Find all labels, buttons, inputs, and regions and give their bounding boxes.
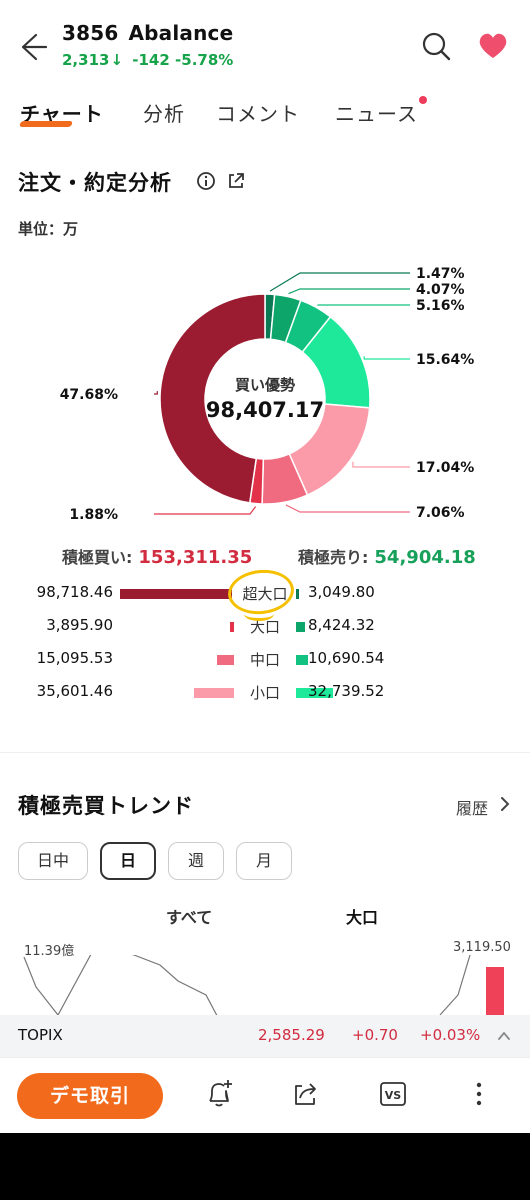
donut-leader-line [269, 272, 410, 292]
buy-value: 15,095.53 [36, 649, 113, 667]
stock-code: 3856 [62, 21, 119, 45]
buy-total: 積極買い: 153,311.35 [62, 544, 252, 568]
donut-slice-label: 17.04% [416, 460, 474, 476]
order-donut-chart: 1.47%4.07%5.16% 15.64% 17.04% 7.06% 1.88% 47.… [60, 266, 475, 523]
trend-line-right [439, 955, 471, 1016]
stock-change: -142 [132, 51, 170, 69]
svg-text:VS: VS [385, 1089, 402, 1102]
donut-slice-label: 1.88% [69, 507, 118, 523]
bottom-action-bar: デモ取引 VS [0, 1057, 530, 1133]
history-link[interactable]: 履歴 [456, 795, 488, 819]
donut-slice-label: 5.16% [416, 298, 465, 314]
topix-change-pct: +0.03% [420, 1026, 481, 1044]
donut-leader-line [154, 391, 158, 395]
vs-icon[interactable]: VS [378, 1078, 408, 1110]
share-icon[interactable] [226, 171, 246, 191]
donut-center-value: 98,407.17 [205, 398, 325, 422]
buy-value: 3,895.90 [46, 616, 113, 634]
tab-analysis[interactable]: 分析 [143, 98, 185, 127]
sell-bar [296, 655, 308, 665]
period-month[interactable]: 月 [236, 842, 292, 880]
breakdown-row-medium: 15,095.53 中口 10,690.54 [0, 647, 530, 671]
info-icon[interactable] [196, 171, 216, 191]
buy-total-value: 153,311.35 [138, 547, 253, 568]
news-badge [419, 96, 427, 104]
stock-quote: 2,313↓ -142 -5.78% [62, 51, 233, 69]
sell-bar [296, 622, 305, 632]
donut-leader-line [363, 356, 410, 360]
more-vertical-icon[interactable] [464, 1078, 494, 1110]
search-icon[interactable] [420, 30, 452, 62]
stock-price: 2,313 [62, 51, 110, 69]
tab-comments[interactable]: コメント [216, 98, 300, 127]
section-divider [0, 752, 530, 753]
trend-column-all[interactable]: すべて [166, 904, 212, 928]
donut-slice-label: 7.06% [416, 505, 465, 521]
sell-value: 10,690.54 [308, 649, 385, 667]
sell-total-value: 54,904.18 [374, 547, 476, 568]
analysis-title: 注文・約定分析 [18, 171, 172, 195]
trend-column-large[interactable]: 大口 [346, 904, 378, 928]
buy-value: 35,601.46 [36, 682, 113, 700]
sell-total: 積極売り: 54,904.18 [298, 544, 476, 568]
trend-title: 積極売買トレンド [18, 794, 194, 818]
main-tabs: チャート 分析 コメント ニュース [0, 98, 530, 138]
unit-label: 単位：万 [18, 220, 79, 238]
screen: 3856 Abalance 2,313↓ -142 -5.78% チャート 分析 … [0, 0, 530, 1133]
sell-total-label: 積極売り: [298, 548, 369, 567]
active-tab-indicator [19, 121, 73, 127]
buy-value: 98,718.46 [36, 583, 113, 601]
header: 3856 Abalance 2,313↓ -142 -5.78% [0, 0, 530, 90]
period-week[interactable]: 週 [168, 842, 224, 880]
sell-value: 3,049.80 [308, 583, 375, 601]
chevron-right-icon[interactable] [498, 795, 512, 813]
period-day[interactable]: 日 [100, 842, 156, 880]
chevron-up-icon[interactable] [496, 1029, 512, 1043]
topix-name: TOPIX [18, 1026, 63, 1044]
buy-bar [120, 589, 232, 599]
period-intraday[interactable]: 日中 [18, 842, 88, 880]
donut-leader-line [285, 504, 410, 513]
donut-leader-line [154, 506, 257, 515]
tab-news[interactable]: ニュース [335, 98, 418, 127]
donut-slice-label: 15.64% [416, 352, 474, 368]
stock-name: Abalance [128, 21, 234, 45]
donut-center-label: 買い優勢 [234, 376, 295, 394]
buy-bar [194, 688, 234, 698]
donut-slice-label: 1.47% [416, 266, 465, 282]
topix-change: +0.70 [352, 1026, 398, 1044]
breakdown-row-small: 35,601.46 小口 32,739.52 [0, 680, 530, 704]
highlight-annotation-tail [244, 607, 274, 621]
category-label: 中口 [249, 651, 280, 669]
bell-plus-icon[interactable] [204, 1078, 234, 1110]
buy-bar [217, 655, 234, 665]
buy-bar [230, 622, 234, 632]
donut-slice-label: 47.68% [60, 387, 118, 403]
buy-total-label: 積極買い: [62, 548, 133, 567]
donut-leader-line [288, 288, 410, 295]
arrow-left-icon[interactable] [14, 30, 48, 64]
donut-slice-label: 4.07% [416, 282, 465, 298]
trend-right-axis-label: 3,119.50 [453, 940, 511, 955]
heart-icon[interactable] [478, 32, 508, 60]
stock-title: 3856 Abalance [62, 21, 243, 45]
sell-value: 32,739.52 [308, 682, 385, 700]
category-label: 小口 [249, 684, 280, 702]
share-arrow-icon[interactable] [290, 1078, 320, 1110]
topix-value: 2,585.29 [258, 1026, 325, 1044]
sell-value: 8,424.32 [308, 616, 375, 634]
sell-bar [296, 589, 299, 599]
donut-leader-line [352, 461, 410, 468]
topix-ticker-bar[interactable]: TOPIX 2,585.29 +0.70 +0.03% [0, 1015, 530, 1057]
stock-change-pct: -5.78% [175, 51, 234, 69]
demo-trade-button[interactable]: デモ取引 [17, 1073, 163, 1119]
down-arrow-icon: ↓ [110, 51, 124, 69]
